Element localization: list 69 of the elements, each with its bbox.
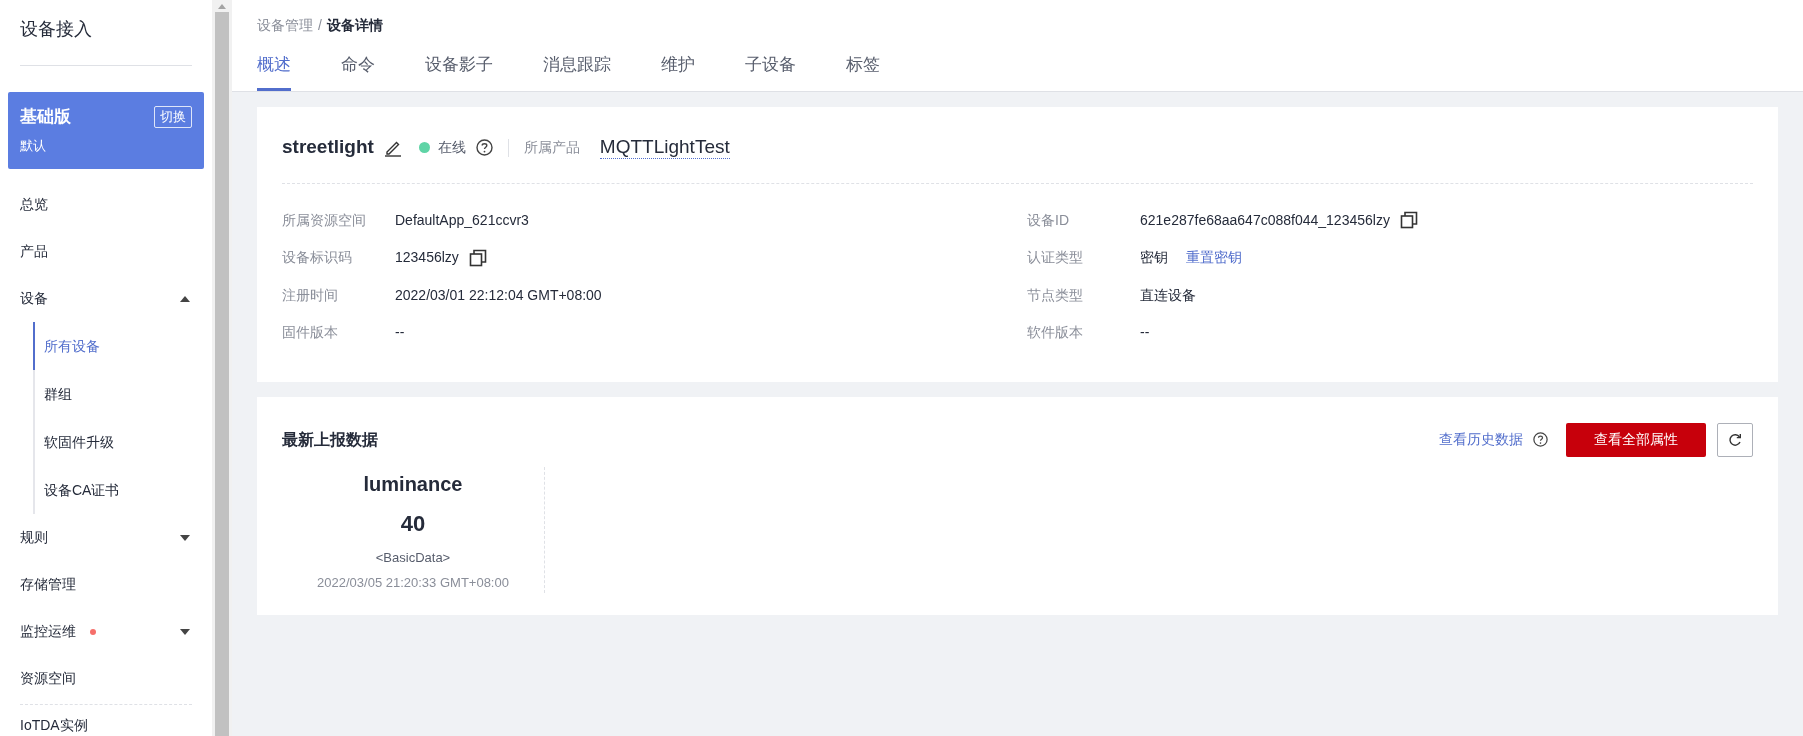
field-label: 认证类型 <box>1027 248 1084 268</box>
sidebar-item[interactable]: 产品 <box>8 228 204 275</box>
field-label: 设备标识码 <box>282 248 353 268</box>
copy-icon[interactable] <box>468 248 487 267</box>
tab[interactable]: 概述 <box>257 52 291 91</box>
sidebar-subitem[interactable]: 群组 <box>33 370 204 418</box>
sidebar-item[interactable]: 存储管理 <box>8 561 204 608</box>
section-title: 最新上报数据 <box>282 429 378 450</box>
field-value: 621e287fe68aa647c088f044_123456lzy <box>1140 210 1390 230</box>
sidebar-item[interactable]: 资源空间 <box>8 655 204 702</box>
sidebar-item[interactable]: 总览 <box>8 181 204 228</box>
field-label: 软件版本 <box>1027 323 1084 343</box>
field-value: 密钥 <box>1140 248 1168 268</box>
field-value: -- <box>395 323 405 343</box>
field-value: 123456lzy <box>395 248 459 268</box>
tab[interactable]: 消息跟踪 <box>543 52 611 91</box>
view-all-button[interactable]: 查看全部属性 <box>1566 422 1706 457</box>
refresh-icon <box>1728 432 1742 447</box>
tab[interactable]: 设备影子 <box>425 52 493 91</box>
sidebar-item-label: 规则 <box>20 528 48 547</box>
device-name: streetlight <box>282 135 374 160</box>
field-label: 注册时间 <box>282 285 339 305</box>
tab[interactable]: 命令 <box>341 52 375 91</box>
help-icon[interactable] <box>475 139 493 156</box>
breadcrumb-separator: / <box>318 15 322 35</box>
sidebar-subitem[interactable]: 软固件升级 <box>33 418 204 466</box>
product-link[interactable]: MQTTLightTest <box>599 136 730 159</box>
property-type: <BasicData> <box>375 548 451 567</box>
sidebar-item-label: 监控运维 <box>20 622 76 641</box>
tab[interactable]: 标签 <box>846 52 880 91</box>
sidebar-subitem[interactable]: 设备CA证书 <box>33 466 204 514</box>
help-icon[interactable] <box>1533 432 1548 447</box>
refresh-button[interactable] <box>1717 422 1753 457</box>
sidebar-item[interactable]: 设备 <box>8 275 204 322</box>
history-link[interactable]: 查看历史数据 <box>1439 429 1523 450</box>
edition-name: 基础版 <box>20 106 71 128</box>
switch-button[interactable]: 切换 <box>154 105 192 128</box>
property-value: 40 <box>400 509 426 538</box>
sidebar-subitem[interactable]: 所有设备 <box>33 322 204 370</box>
field-label: 设备ID <box>1027 210 1070 230</box>
sidebar-item-label: 存储管理 <box>20 575 76 594</box>
property-time: 2022/03/05 21:20:33 GMT+08:00 <box>317 574 509 592</box>
property-name: luminance <box>363 471 463 497</box>
sidebar-item-label: 资源空间 <box>20 669 76 688</box>
sidebar-title: 设备接入 <box>19 18 93 41</box>
tab[interactable]: 维护 <box>661 52 695 91</box>
breadcrumb-link[interactable]: 设备管理 <box>257 14 313 36</box>
field-value: 直连设备 <box>1140 285 1196 305</box>
sidebar-item[interactable]: 监控运维 <box>8 608 204 655</box>
field-value: 2022/03/01 22:12:04 GMT+08:00 <box>395 285 602 305</box>
sidebar-item-label: 总览 <box>20 195 48 214</box>
scrollbar[interactable] <box>212 0 232 736</box>
sidebar-item[interactable]: 规则 <box>8 514 204 561</box>
breadcrumb-current: 设备详情 <box>326 15 383 35</box>
edition-subtitle: 默认 <box>20 136 47 155</box>
field-value: -- <box>1140 323 1150 343</box>
sidebar-item-label: 产品 <box>20 242 48 261</box>
field-label: 固件版本 <box>282 323 339 343</box>
sidebar-item-label: 设备 <box>20 289 48 308</box>
reset-link[interactable]: 重置密钥 <box>1186 247 1242 269</box>
scrollbar-thumb[interactable] <box>215 12 229 736</box>
status-text: 在线 <box>437 138 466 157</box>
field-label: 所属资源空间 <box>282 210 367 230</box>
product-label: 所属产品 <box>523 138 580 157</box>
field-value: DefaultApp_621ccvr3 <box>395 210 529 230</box>
tab[interactable]: 子设备 <box>745 52 796 91</box>
sidebar-item[interactable]: IoTDA实例 <box>8 705 204 736</box>
field-label: 节点类型 <box>1027 285 1084 305</box>
copy-icon[interactable] <box>1399 211 1418 230</box>
